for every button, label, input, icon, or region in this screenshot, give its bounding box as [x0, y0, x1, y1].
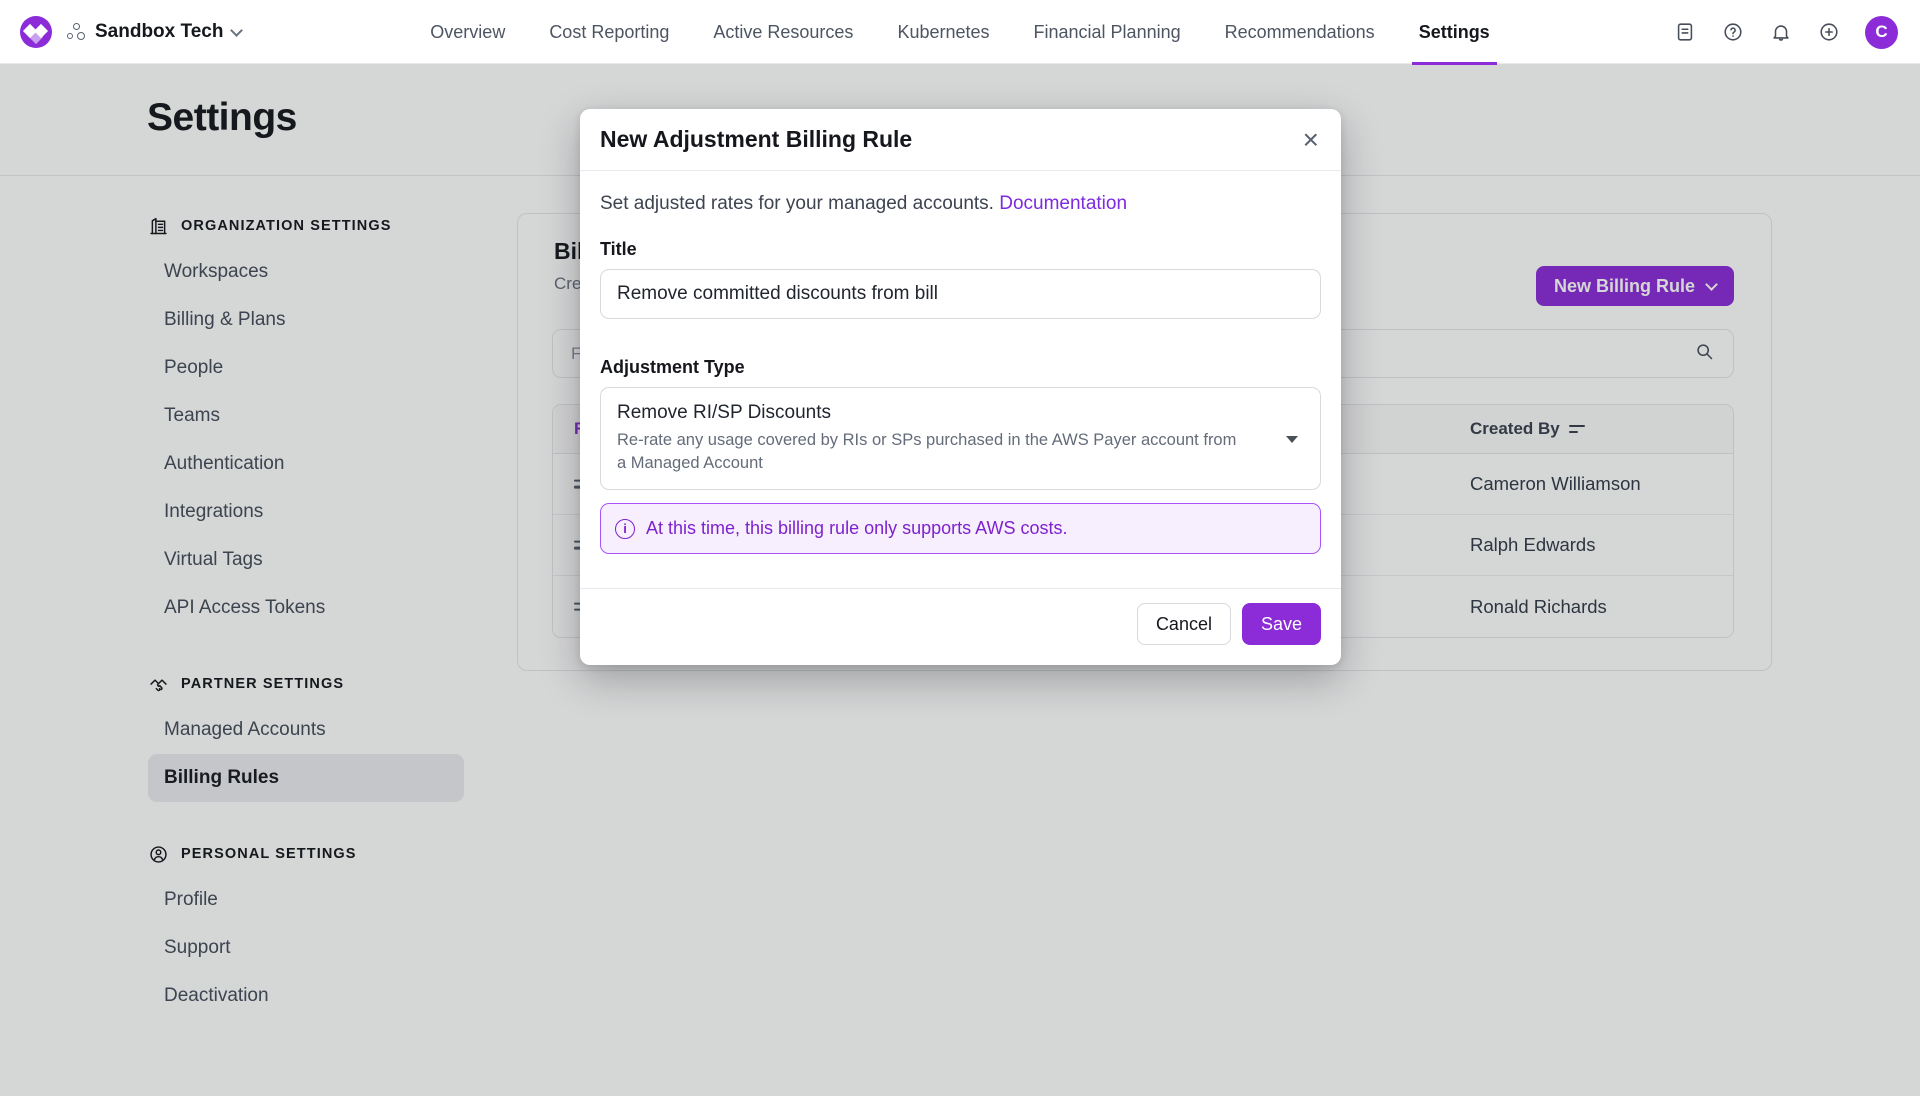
- save-button[interactable]: Save: [1242, 603, 1321, 645]
- modal-description-text: Set adjusted rates for your managed acco…: [600, 193, 994, 214]
- info-icon: i: [615, 519, 635, 539]
- adjustment-type-select[interactable]: Remove RI/SP Discounts Re-rate any usage…: [600, 387, 1321, 490]
- add-icon[interactable]: [1817, 20, 1841, 44]
- bell-icon[interactable]: [1769, 20, 1793, 44]
- info-banner-text: At this time, this billing rule only sup…: [646, 518, 1068, 539]
- documentation-link[interactable]: Documentation: [999, 193, 1127, 214]
- primary-nav: Overview Cost Reporting Active Resources…: [0, 0, 1920, 64]
- nav-item-settings[interactable]: Settings: [1419, 0, 1490, 64]
- invoice-icon[interactable]: [1673, 20, 1697, 44]
- main-content: Settings ORGANIZATION SETTINGS Workspace…: [0, 64, 1920, 1096]
- new-adjustment-billing-rule-modal: New Adjustment Billing Rule × Set adjust…: [580, 109, 1341, 665]
- user-avatar[interactable]: C: [1865, 16, 1898, 49]
- cancel-button[interactable]: Cancel: [1137, 603, 1231, 645]
- nav-item-cost-reporting[interactable]: Cost Reporting: [549, 0, 669, 64]
- modal-description: Set adjusted rates for your managed acco…: [600, 193, 1321, 215]
- info-banner: i At this time, this billing rule only s…: [600, 503, 1321, 554]
- top-navigation-bar: Sandbox Tech Overview Cost Reporting Act…: [0, 0, 1920, 64]
- selected-option-description: Re-rate any usage covered by RIs or SPs …: [617, 429, 1242, 475]
- nav-item-recommendations[interactable]: Recommendations: [1225, 0, 1375, 64]
- help-icon[interactable]: [1721, 20, 1745, 44]
- close-icon[interactable]: ×: [1303, 126, 1319, 154]
- modal-title: New Adjustment Billing Rule: [600, 126, 912, 153]
- nav-item-active-resources[interactable]: Active Resources: [713, 0, 853, 64]
- title-field-label: Title: [600, 239, 1321, 260]
- nav-item-kubernetes[interactable]: Kubernetes: [897, 0, 989, 64]
- nav-item-financial-planning[interactable]: Financial Planning: [1034, 0, 1181, 64]
- nav-item-overview[interactable]: Overview: [430, 0, 505, 64]
- title-input[interactable]: [600, 269, 1321, 319]
- selected-option-label: Remove RI/SP Discounts: [617, 402, 1250, 424]
- caret-down-icon: [1286, 436, 1298, 443]
- adjustment-type-label: Adjustment Type: [600, 357, 1321, 378]
